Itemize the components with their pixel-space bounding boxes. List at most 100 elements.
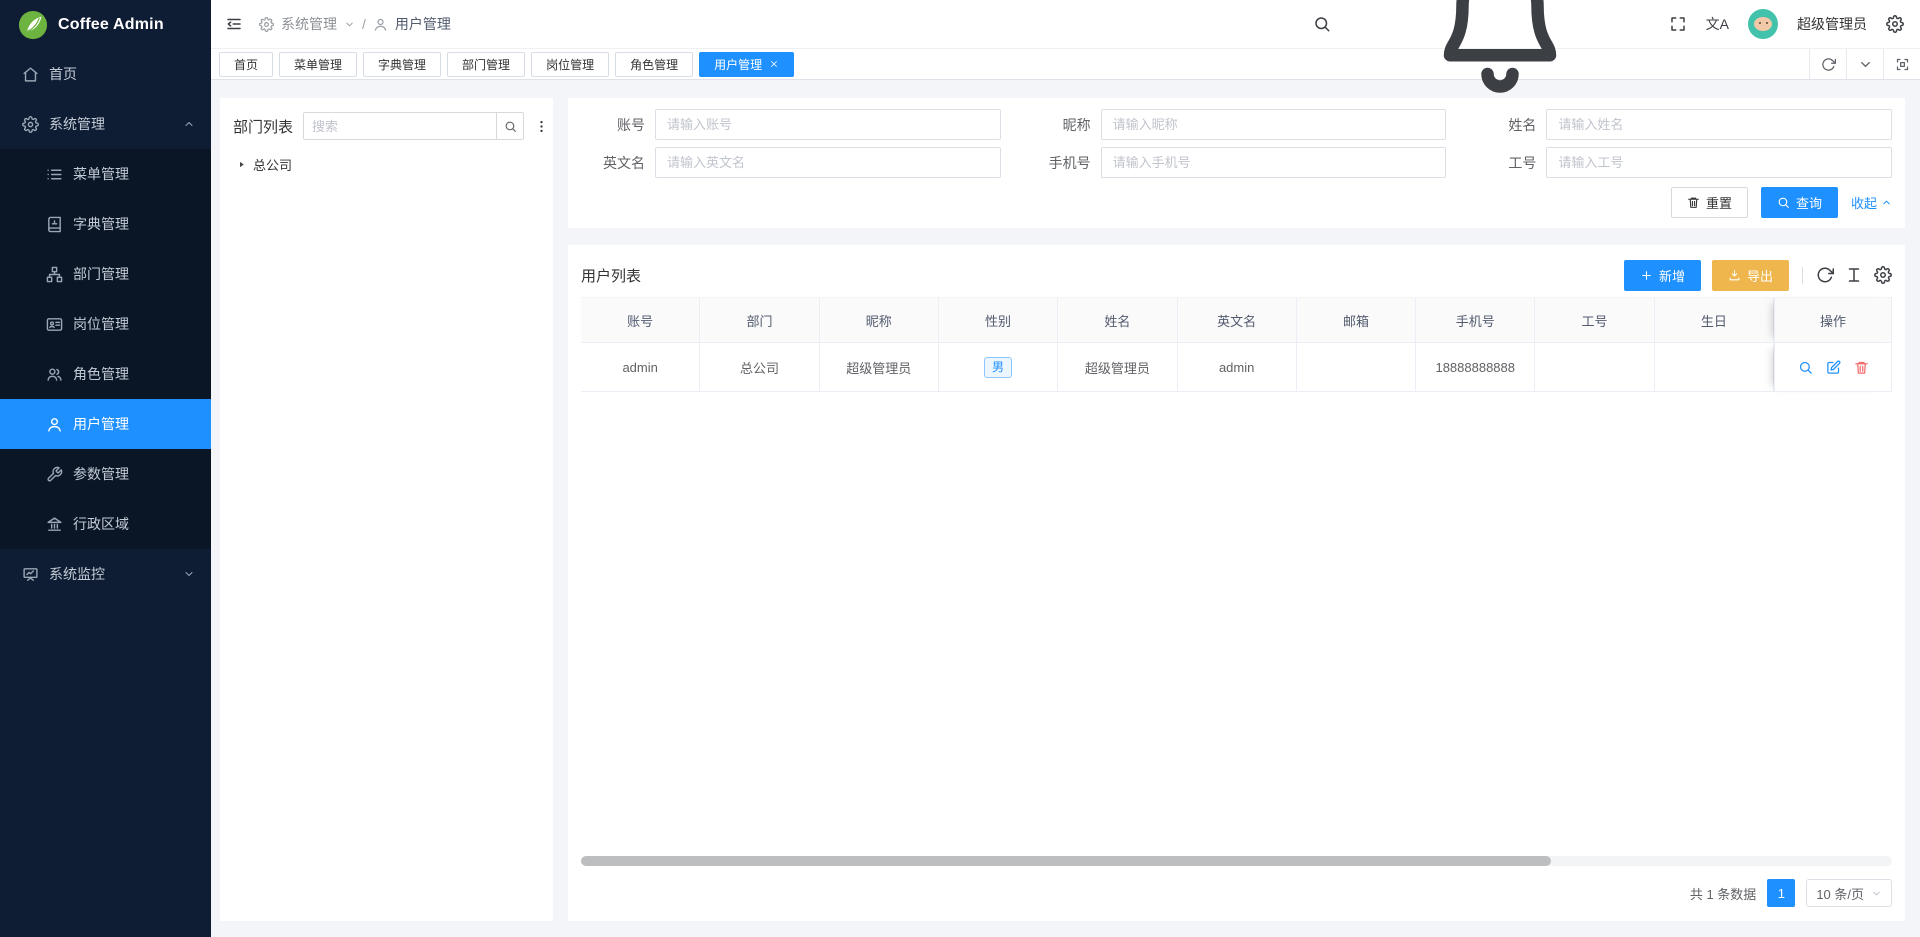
idcard-icon [46, 316, 63, 333]
user-icon [46, 416, 63, 433]
add-user-button[interactable]: 新增 [1624, 260, 1701, 291]
sidebar-item-role-management[interactable]: 角色管理 [0, 349, 211, 399]
table-settings-button[interactable] [1874, 266, 1892, 284]
horizontal-scrollbar-track[interactable] [581, 856, 1892, 866]
tree-node-root[interactable]: 总公司 [233, 155, 540, 174]
sidebar-item-menu-management[interactable]: 菜单管理 [0, 149, 211, 199]
app-title: Coffee Admin [58, 16, 164, 34]
work-no-input[interactable] [1546, 147, 1892, 178]
collapse-sidebar-icon[interactable] [225, 15, 243, 33]
tab-label: 首页 [234, 56, 258, 73]
sidebar-item-home[interactable]: 首页 [0, 49, 211, 99]
field-phone: 手机号 [1027, 147, 1447, 178]
add-button-label: 新增 [1659, 266, 1685, 285]
caret-right-icon[interactable] [237, 160, 246, 169]
edit-row-icon[interactable] [1826, 360, 1841, 375]
sidebar-item-label: 行政区域 [73, 514, 129, 534]
tab-label: 角色管理 [630, 56, 678, 73]
avatar-face [1754, 17, 1772, 31]
user-list-header: 用户列表 新增 导出 [581, 253, 1892, 297]
sidebar-item-system-management[interactable]: 系统管理 [0, 99, 211, 149]
cell-nickname: 超级管理员 [820, 343, 939, 392]
column-header[interactable]: 姓名 [1058, 297, 1177, 343]
maximize-content-button[interactable] [1883, 49, 1920, 79]
reset-button[interactable]: 重置 [1671, 187, 1748, 218]
column-header[interactable]: 部门 [700, 297, 819, 343]
monitor-icon [22, 566, 39, 583]
close-icon[interactable] [769, 59, 779, 69]
sidebar-item-administrative-region[interactable]: 行政区域 [0, 499, 211, 549]
sidebar-item-department-management[interactable]: 部门管理 [0, 249, 211, 299]
tree-search-button[interactable] [496, 112, 524, 140]
view-row-icon[interactable] [1798, 360, 1813, 375]
tab-controls [1809, 49, 1920, 79]
sidebar-item-post-management[interactable]: 岗位管理 [0, 299, 211, 349]
export-button[interactable]: 导出 [1712, 260, 1789, 291]
app-logo: Coffee Admin [0, 0, 211, 49]
sidebar-item-parameter-management[interactable]: 参数管理 [0, 449, 211, 499]
sidebar-item-user-management[interactable]: 用户管理 [0, 399, 211, 449]
row-height-button[interactable] [1845, 266, 1863, 284]
plus-icon [1640, 269, 1653, 282]
avatar[interactable] [1748, 9, 1778, 39]
horizontal-scrollbar-thumb[interactable] [581, 856, 1551, 866]
refresh-tab-button[interactable] [1809, 49, 1846, 79]
pagination-page-1[interactable]: 1 [1767, 879, 1795, 907]
tab-menu-management[interactable]: 菜单管理 [279, 52, 357, 77]
content: 部门列表 总公司 账号 [211, 80, 1920, 937]
column-header[interactable]: 账号 [581, 297, 700, 343]
phone-input[interactable] [1101, 147, 1447, 178]
tab-menu-dropdown-button[interactable] [1846, 49, 1883, 79]
tab-dictionary-management[interactable]: 字典管理 [363, 52, 441, 77]
field-work-no: 工号 [1472, 147, 1892, 178]
delete-row-icon[interactable] [1854, 360, 1869, 375]
chevron-down-icon [183, 568, 195, 580]
tab-user-management[interactable]: 用户管理 [699, 52, 794, 77]
tab-post-management[interactable]: 岗位管理 [531, 52, 609, 77]
tab-label: 部门管理 [462, 56, 510, 73]
gear-icon[interactable] [1886, 15, 1904, 33]
refresh-icon [1821, 57, 1836, 72]
column-header[interactable]: 邮箱 [1297, 297, 1416, 343]
tab-home[interactable]: 首页 [219, 52, 273, 77]
search-icon[interactable] [1313, 15, 1331, 33]
page-size-select[interactable]: 10 条/页 [1806, 879, 1892, 907]
table-empty-area [581, 392, 1892, 856]
home-icon [22, 66, 39, 83]
column-header[interactable]: 工号 [1535, 297, 1654, 343]
sidebar-item-system-monitor[interactable]: 系统监控 [0, 549, 211, 599]
field-label: 账号 [581, 115, 645, 135]
collapse-form-link[interactable]: 收起 [1851, 193, 1892, 212]
search-icon [1777, 196, 1790, 209]
translate-icon[interactable]: 文A [1706, 14, 1729, 34]
account-input[interactable] [655, 109, 1001, 140]
sidebar-item-dictionary-management[interactable]: 字典管理 [0, 199, 211, 249]
tab-department-management[interactable]: 部门管理 [447, 52, 525, 77]
name-input[interactable] [1546, 109, 1892, 140]
column-header[interactable]: 昵称 [820, 297, 939, 343]
nickname-input[interactable] [1101, 109, 1447, 140]
notifications-button[interactable] [1350, 0, 1650, 99]
maximize-icon [1895, 57, 1910, 72]
refresh-table-button[interactable] [1816, 266, 1834, 284]
english-name-input[interactable] [655, 147, 1001, 178]
tab-role-management[interactable]: 角色管理 [615, 52, 693, 77]
sidebar-item-label: 字典管理 [73, 214, 129, 234]
column-header[interactable]: 生日 [1655, 297, 1774, 343]
sidebar-item-label: 菜单管理 [73, 164, 129, 184]
breadcrumb-section[interactable]: 系统管理 [281, 14, 337, 34]
bell-icon [1350, 0, 1650, 99]
tree-search-input[interactable] [303, 112, 496, 140]
reset-button-label: 重置 [1706, 193, 1732, 212]
column-header[interactable]: 手机号 [1416, 297, 1535, 343]
column-header[interactable]: 英文名 [1178, 297, 1297, 343]
column-header[interactable]: 性别 [939, 297, 1058, 343]
fullscreen-icon[interactable] [1669, 15, 1687, 33]
cell-operations [1774, 343, 1892, 392]
search-button[interactable]: 查询 [1761, 187, 1838, 218]
current-username[interactable]: 超级管理员 [1797, 14, 1867, 34]
pagination: 共 1 条数据 1 10 条/页 [581, 866, 1892, 907]
chevron-up-icon [1881, 197, 1892, 208]
tree-more-button[interactable] [534, 119, 549, 134]
search-button-label: 查询 [1796, 193, 1822, 212]
